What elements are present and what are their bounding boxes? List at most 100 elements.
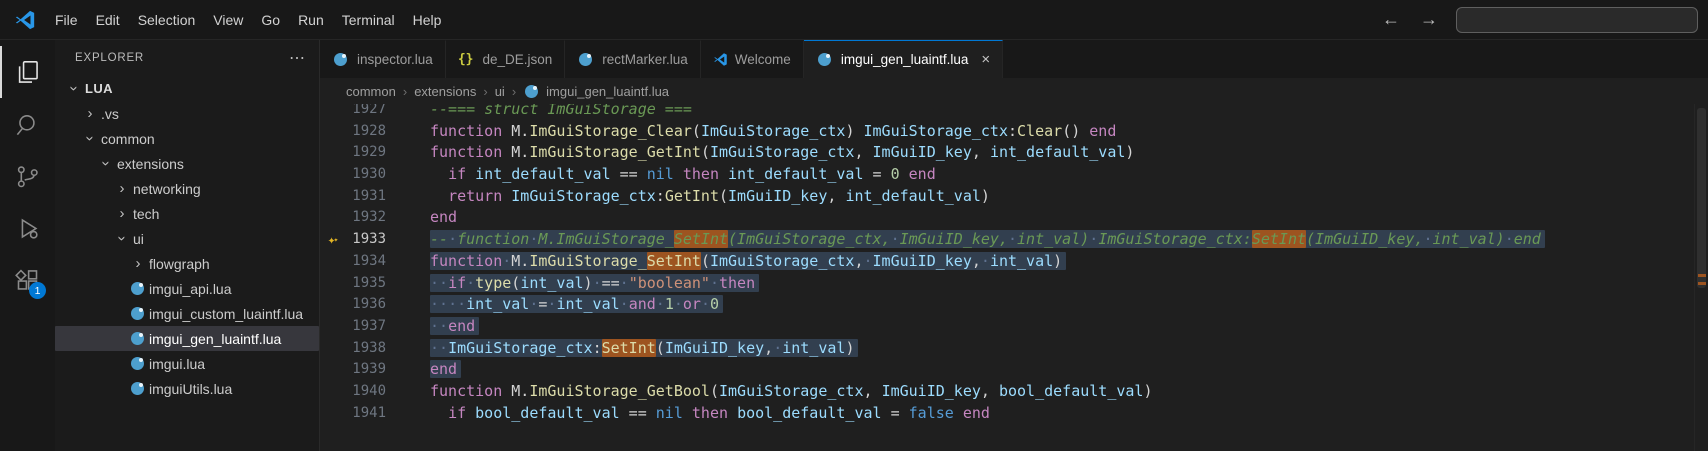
search-icon[interactable] xyxy=(0,98,55,150)
tree-item-imgui_api.lua[interactable]: imgui_api.lua xyxy=(55,276,319,301)
gutter[interactable]: 1932 xyxy=(320,207,408,229)
gutter[interactable]: 1938 xyxy=(320,338,408,360)
whitespace-dot: · xyxy=(1423,230,1432,248)
scrollbar-thumb[interactable] xyxy=(1697,108,1706,288)
code-line[interactable]: 1939end xyxy=(320,359,1694,381)
code-line[interactable]: 1938··ImGuiStorage_ctx:SetInt(ImGuiID_ke… xyxy=(320,338,1694,360)
tree-item-.vs[interactable]: ›.vs xyxy=(55,101,319,126)
code-span: function M.ImGuiStorage_GetBool(ImGuiSto… xyxy=(430,382,1153,400)
code-line[interactable]: 1928function M.ImGuiStorage_Clear(ImGuiS… xyxy=(320,121,1694,143)
code-line[interactable]: 1932end xyxy=(320,207,1694,229)
code-token: SetInt xyxy=(647,252,701,270)
code-line[interactable]: 1935··if·type(int_val)·==·"boolean"·then xyxy=(320,273,1694,295)
title-bar-right: ← → xyxy=(1380,7,1708,33)
tab-rectMarker.lua[interactable]: rectMarker.lua xyxy=(565,40,701,78)
menu-run[interactable]: Run xyxy=(289,7,333,33)
lua-file-icon xyxy=(131,382,144,395)
code-token: end xyxy=(448,317,475,335)
tab-de_DE.json[interactable]: {}de_DE.json xyxy=(446,40,565,78)
gutter[interactable]: 1939 xyxy=(320,359,408,381)
breadcrumb-item[interactable]: extensions xyxy=(414,84,476,99)
code-line[interactable]: 1937··end xyxy=(320,316,1694,338)
code-line[interactable]: 1931 return ImGuiStorage_ctx:GetInt(ImGu… xyxy=(320,186,1694,208)
breadcrumb-item[interactable]: common xyxy=(346,84,396,99)
tree-item-tech[interactable]: ›tech xyxy=(55,201,319,226)
gutter[interactable]: 1935 xyxy=(320,273,408,295)
source-control-icon[interactable] xyxy=(0,150,55,202)
code-line[interactable]: 1934function·M.ImGuiStorage_SetInt(ImGui… xyxy=(320,251,1694,273)
line-number: 1941 xyxy=(346,403,386,425)
gutter[interactable]: 1937 xyxy=(320,316,408,338)
whitespace-dot: · xyxy=(656,295,665,313)
tree-item-imguiUtils.lua[interactable]: imguiUtils.lua xyxy=(55,376,319,401)
gutter[interactable]: 1936 xyxy=(320,294,408,316)
tree-item-ui[interactable]: ›ui xyxy=(55,226,319,251)
tree-item-extensions[interactable]: ›extensions xyxy=(55,151,319,176)
gutter[interactable]: 1931 xyxy=(320,186,408,208)
tab-inspector.lua[interactable]: inspector.lua xyxy=(320,40,446,78)
tree-item-imgui_custom_luaintf.lua[interactable]: imgui_custom_luaintf.lua xyxy=(55,301,319,326)
whitespace-dot: · xyxy=(457,295,466,313)
whitespace-dot: · xyxy=(701,295,710,313)
code-token xyxy=(466,404,475,422)
tree-item-networking[interactable]: ›networking xyxy=(55,176,319,201)
code-line[interactable]: 1927--=== struct ImGuiStorage === xyxy=(320,104,1694,121)
code-line[interactable]: 1930 if int_default_val == nil then int_… xyxy=(320,164,1694,186)
menu-go[interactable]: Go xyxy=(252,7,289,33)
gutter[interactable]: 1928 xyxy=(320,121,408,143)
tab-label: de_DE.json xyxy=(482,52,552,67)
more-actions-icon[interactable]: ⋯ xyxy=(289,48,305,68)
code-line[interactable]: 1936····int_val·=·int_val·and·1·or·0 xyxy=(320,294,1694,316)
code-token: function xyxy=(430,143,502,161)
code-line[interactable]: 1940 function M.ImGuiStorage_GetBool(ImGu… xyxy=(320,381,1694,403)
line-number: 1929 xyxy=(346,142,386,164)
code-line[interactable]: 1929function M.ImGuiStorage_GetInt(ImGui… xyxy=(320,142,1694,164)
menu-file[interactable]: File xyxy=(46,7,87,33)
code-viewport[interactable]: 1927--=== struct ImGuiStorage ===1928fun… xyxy=(320,104,1694,451)
tree-item-LUA[interactable]: ›LUA xyxy=(55,76,319,101)
tree-item-flowgraph[interactable]: ›flowgraph xyxy=(55,251,319,276)
code-line[interactable]: 1941 if bool_default_val == nil then boo… xyxy=(320,403,1694,425)
code-span: if bool_default_val == nil then bool_def… xyxy=(430,404,990,422)
command-center-search[interactable] xyxy=(1456,7,1698,33)
explorer-icon[interactable] xyxy=(0,46,55,98)
menu-edit[interactable]: Edit xyxy=(87,7,129,33)
tree-item-label: imgui_custom_luaintf.lua xyxy=(149,306,303,322)
back-arrow[interactable]: ← xyxy=(1380,9,1402,30)
tree-item-common[interactable]: ›common xyxy=(55,126,319,151)
whitespace-dot: · xyxy=(1089,230,1098,248)
gutter[interactable]: 1930 xyxy=(320,164,408,186)
breadcrumb-item[interactable]: imgui_gen_luaintf.lua xyxy=(523,84,669,99)
chevron-down-icon: › xyxy=(98,155,115,173)
tab-imgui_gen_luaintf.lua[interactable]: imgui_gen_luaintf.lua× xyxy=(804,40,1003,78)
gutter[interactable]: ✦✦1933 xyxy=(320,229,408,251)
tab-Welcome[interactable]: Welcome xyxy=(701,40,804,78)
match-marker xyxy=(1698,274,1706,277)
code-token: M. xyxy=(502,122,529,140)
forward-arrow[interactable]: → xyxy=(1418,9,1440,30)
tree-item-imgui_gen_luaintf.lua[interactable]: imgui_gen_luaintf.lua xyxy=(55,326,319,351)
close-icon[interactable]: × xyxy=(981,51,990,68)
breadcrumb-item[interactable]: ui xyxy=(495,84,505,99)
menu-view[interactable]: View xyxy=(204,7,252,33)
code-token: ImGuiID_key xyxy=(873,143,972,161)
tree-item-imgui.lua[interactable]: imgui.lua xyxy=(55,351,319,376)
gutter[interactable]: 1929 xyxy=(320,142,408,164)
menu-selection[interactable]: Selection xyxy=(129,7,205,33)
gutter[interactable]: 1941 xyxy=(320,403,408,425)
copilot-sparkle-icon[interactable]: ✦✦ xyxy=(320,229,346,252)
run-debug-icon[interactable] xyxy=(0,202,55,254)
code-line[interactable]: ✦✦1933--·function·M.ImGuiStorage_SetInt(… xyxy=(320,229,1694,251)
code-token: nil xyxy=(656,404,683,422)
whitespace-dot: · xyxy=(448,230,457,248)
scrollbar[interactable] xyxy=(1694,104,1708,451)
gutter[interactable]: 1940 xyxy=(320,381,408,403)
extensions-icon[interactable]: 1 xyxy=(0,254,55,306)
code-token: type xyxy=(475,274,511,292)
menu-terminal[interactable]: Terminal xyxy=(333,7,404,33)
menu-help[interactable]: Help xyxy=(404,7,451,33)
gutter[interactable]: 1934 xyxy=(320,251,408,273)
code-token: ) xyxy=(1053,252,1062,270)
gutter[interactable]: 1927 xyxy=(320,104,408,121)
code-text: end xyxy=(408,207,457,229)
